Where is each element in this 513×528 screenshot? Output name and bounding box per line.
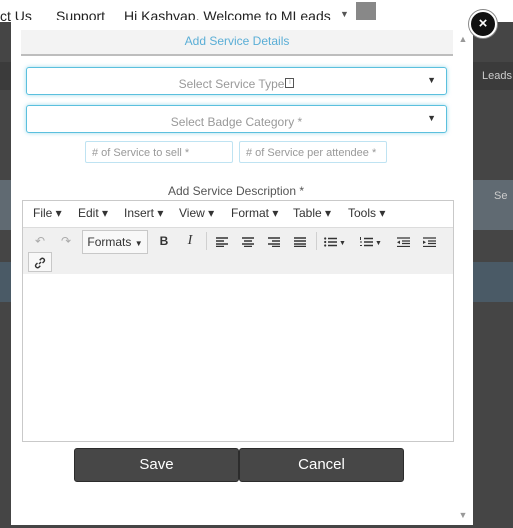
menu-view[interactable]: View ▾	[179, 206, 214, 220]
cursor-text-icon: I	[285, 78, 295, 88]
menu-format[interactable]: Format ▾	[231, 206, 278, 220]
align-center-icon[interactable]	[237, 230, 259, 252]
align-right-icon[interactable]	[263, 230, 285, 252]
scroll-up-icon[interactable]: ▲	[457, 34, 469, 44]
bold-button[interactable]: B	[153, 230, 175, 252]
save-button[interactable]: Save	[74, 448, 239, 482]
toolbar-divider	[206, 232, 207, 250]
menu-edit[interactable]: Edit ▾	[78, 206, 108, 220]
redo-icon[interactable]: ↷	[55, 230, 77, 252]
add-service-modal: Add Service Details Select Service Type I…	[11, 20, 473, 525]
user-dropdown-icon: ▼	[340, 9, 349, 19]
modal-scrollbar[interactable]: ▲ ▼	[457, 34, 469, 520]
badge-category-placeholder: Select Badge Category *	[170, 115, 303, 129]
bg-side-se: Se	[494, 190, 508, 202]
close-button[interactable]: ×	[469, 10, 497, 38]
avatar	[356, 2, 376, 20]
modal-title: Add Service Details	[184, 34, 290, 48]
bg-side-leads: Leads	[482, 70, 512, 82]
indent-icon[interactable]	[418, 230, 440, 252]
justify-icon[interactable]	[289, 230, 311, 252]
italic-button[interactable]: I	[179, 230, 201, 252]
background-nav-bar: ct Us Support Hi Kashyap, Welcome to MLe…	[0, 0, 513, 24]
link-icon[interactable]	[28, 252, 52, 272]
outdent-icon[interactable]	[392, 230, 414, 252]
editor-menubar: File ▾ Edit ▾ Insert ▾ View ▾ Format ▾ T…	[23, 201, 453, 225]
badge-category-select[interactable]: Select Badge Category * ▼	[26, 105, 447, 133]
cancel-button[interactable]: Cancel	[239, 448, 404, 482]
align-left-icon[interactable]	[211, 230, 233, 252]
service-type-placeholder: Select Service Type	[178, 77, 285, 91]
editor-toolbar: ↶ ↷ Formats ▼ B I ▼ ▼	[23, 227, 453, 275]
scroll-down-icon[interactable]: ▼	[457, 510, 469, 520]
formats-dropdown[interactable]: Formats ▼	[82, 230, 148, 254]
chevron-down-icon: ▼	[427, 75, 436, 85]
service-per-attendee-input[interactable]: # of Service per attendee *	[239, 141, 387, 163]
services-to-sell-input[interactable]: # of Service to sell *	[85, 141, 233, 163]
toolbar-divider	[316, 232, 317, 250]
chevron-down-icon: ▼	[134, 239, 143, 248]
undo-icon[interactable]: ↶	[29, 230, 51, 252]
description-label: Add Service Description *	[167, 184, 305, 198]
menu-file[interactable]: File ▾	[33, 206, 62, 220]
modal-header: Add Service Details	[21, 30, 453, 56]
chevron-down-icon: ▼	[427, 113, 436, 123]
menu-table[interactable]: Table ▾	[293, 206, 331, 220]
menu-insert[interactable]: Insert ▾	[124, 206, 163, 220]
menu-tools[interactable]: Tools ▾	[348, 206, 385, 220]
rich-text-editor: File ▾ Edit ▾ Insert ▾ View ▾ Format ▾ T…	[22, 200, 454, 442]
numbered-list-icon[interactable]: ▼	[356, 230, 386, 252]
editor-content-area[interactable]	[23, 274, 453, 441]
service-type-select[interactable]: Select Service Type I ▼	[26, 67, 447, 95]
bullet-list-icon[interactable]: ▼	[320, 230, 350, 252]
